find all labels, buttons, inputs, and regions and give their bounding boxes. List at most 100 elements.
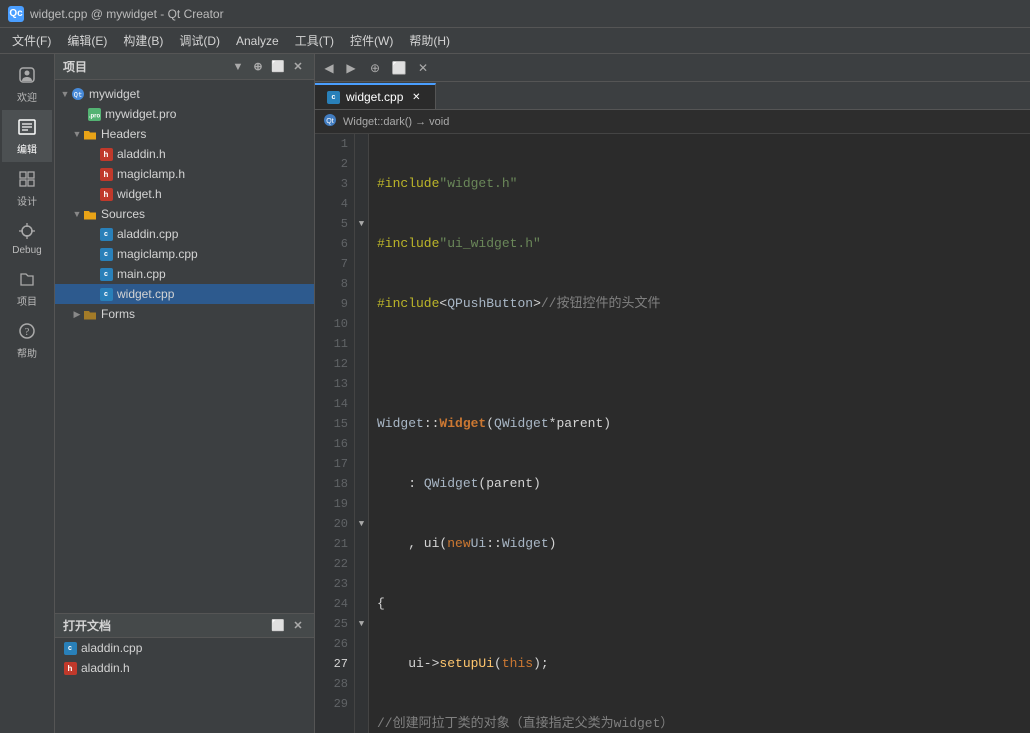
toolbar-close-btn[interactable]: ✕ xyxy=(413,58,433,78)
sidebar-item-project[interactable]: 项目 xyxy=(2,262,52,314)
menu-bar: 文件(F) 编辑(E) 构建(B) 调试(D) Analyze 工具(T) 控件… xyxy=(0,28,1030,54)
project-icon xyxy=(16,268,38,290)
breadcrumb-text: Widget::dark() → void xyxy=(343,116,449,128)
tree-item-magiclamp-h[interactable]: h magiclamp.h xyxy=(55,164,314,184)
sidebar-item-help[interactable]: ? 帮助 xyxy=(2,314,52,366)
tree-item-headers[interactable]: ▼ Headers xyxy=(55,124,314,144)
icon-widget-cpp: c xyxy=(99,287,113,301)
tree-item-pro[interactable]: .pro mywidget.pro xyxy=(55,104,314,124)
welcome-icon xyxy=(16,64,38,86)
sidebar-icons: 欢迎 编辑 设计 Debug 项目 ? xyxy=(0,54,55,733)
tree-item-magiclamp-cpp[interactable]: c magiclamp.cpp xyxy=(55,244,314,264)
icon-headers xyxy=(83,127,97,141)
toolbar-expand-btn[interactable]: ⬜ xyxy=(389,58,409,78)
label-pro: mywidget.pro xyxy=(105,107,176,121)
open-file-aladdin-h[interactable]: h aladdin.h xyxy=(55,658,314,678)
tree-item-mywidget[interactable]: ▼ Qt mywidget xyxy=(55,84,314,104)
title-text: widget.cpp @ mywidget - Qt Creator xyxy=(30,7,224,21)
editor-toolbar: ◀ ▶ ⊕ ⬜ ✕ xyxy=(315,54,1030,82)
line-numbers: 1 2 3 4 5 6 7 8 9 10 11 12 13 14 15 16 1… xyxy=(315,134,355,733)
tree-item-widget-cpp[interactable]: c widget.cpp xyxy=(55,284,314,304)
tab-close-widget-cpp[interactable]: ✕ xyxy=(409,90,423,104)
code-editor[interactable]: 1 2 3 4 5 6 7 8 9 10 11 12 13 14 15 16 1… xyxy=(315,134,1030,733)
icon-open-aladdin-cpp: c xyxy=(63,641,77,655)
menu-controls[interactable]: 控件(W) xyxy=(342,30,401,51)
menu-tools[interactable]: 工具(T) xyxy=(287,30,342,51)
icon-aladdin-cpp: c xyxy=(99,227,113,241)
open-files-title: 打开文档 xyxy=(63,617,111,634)
sidebar-item-welcome[interactable]: 欢迎 xyxy=(2,58,52,110)
arrow-main-cpp xyxy=(87,268,99,280)
code-line-5: Widget::Widget(QWidget *parent) xyxy=(377,414,1022,434)
close-panel-btn[interactable]: ✕ xyxy=(290,59,306,75)
open-files-list: c aladdin.cpp h aladdin.h xyxy=(55,638,314,678)
label-sources: Sources xyxy=(101,207,145,221)
help-icon: ? xyxy=(16,320,38,342)
arrow-aladdin-h xyxy=(87,148,99,160)
code-line-6: : QWidget(parent) xyxy=(377,474,1022,494)
icon-pro: .pro xyxy=(87,107,101,121)
menu-file[interactable]: 文件(F) xyxy=(4,30,59,51)
arrow-forms: ▶ xyxy=(71,308,83,320)
svg-text:?: ? xyxy=(25,326,30,338)
code-line-9: ui->setupUi(this); xyxy=(377,654,1022,674)
tree-item-forms[interactable]: ▶ Forms xyxy=(55,304,314,324)
icon-magiclamp-cpp: c xyxy=(99,247,113,261)
fold-5[interactable]: ▼ xyxy=(355,214,368,234)
project-panel-title: 项目 xyxy=(63,58,87,75)
arrow-magiclamp-cpp xyxy=(87,248,99,260)
tree-item-sources[interactable]: ▼ Sources xyxy=(55,204,314,224)
nav-back-btn[interactable]: ◀ xyxy=(319,58,339,78)
debug-icon xyxy=(16,220,38,242)
fold-25[interactable]: ▼ xyxy=(355,614,368,634)
open-files-close-btn[interactable]: ✕ xyxy=(290,618,306,634)
tree-item-aladdin-cpp[interactable]: c aladdin.cpp xyxy=(55,224,314,244)
main-layout: 欢迎 编辑 设计 Debug 项目 ? xyxy=(0,54,1030,733)
arrow-magiclamp-h xyxy=(87,168,99,180)
menu-debug[interactable]: 调试(D) xyxy=(171,30,228,51)
menu-edit[interactable]: 编辑(E) xyxy=(59,30,115,51)
icon-mywidget: Qt xyxy=(71,87,85,101)
arrow-widget-h xyxy=(87,188,99,200)
link-btn[interactable]: ⊕ xyxy=(250,59,266,75)
open-files-expand-btn[interactable]: ⬜ xyxy=(270,618,286,634)
code-content[interactable]: #include "widget.h" #include "ui_widget.… xyxy=(369,134,1030,733)
menu-analyze[interactable]: Analyze xyxy=(228,32,287,50)
debug-label: Debug xyxy=(12,245,41,256)
label-open-aladdin-cpp: aladdin.cpp xyxy=(81,641,142,655)
tab-widget-cpp[interactable]: c widget.cpp ✕ xyxy=(315,83,436,109)
menu-help[interactable]: 帮助(H) xyxy=(401,30,458,51)
sidebar-item-edit[interactable]: 编辑 xyxy=(2,110,52,162)
fold-20[interactable]: ▼ xyxy=(355,514,368,534)
label-magiclamp-h: magiclamp.h xyxy=(117,167,185,181)
label-forms: Forms xyxy=(101,307,135,321)
tree-item-widget-h[interactable]: h widget.h xyxy=(55,184,314,204)
svg-text:.pro: .pro xyxy=(88,113,100,119)
label-open-aladdin-h: aladdin.h xyxy=(81,661,130,675)
arrow-widget-cpp xyxy=(87,288,99,300)
code-line-4 xyxy=(377,354,1022,374)
menu-build[interactable]: 构建(B) xyxy=(115,30,171,51)
filter-btn[interactable]: ▼ xyxy=(230,59,246,75)
label-mywidget: mywidget xyxy=(89,87,140,101)
expand-btn[interactable]: ⬜ xyxy=(270,59,286,75)
icon-main-cpp: c xyxy=(99,267,113,281)
breadcrumb-icon: Qt xyxy=(323,113,337,130)
label-headers: Headers xyxy=(101,127,146,141)
tree-item-main-cpp[interactable]: c main.cpp xyxy=(55,264,314,284)
design-label: 设计 xyxy=(17,193,37,208)
project-panel-header: 项目 ▼ ⊕ ⬜ ✕ xyxy=(55,54,314,80)
arrow-pro xyxy=(75,108,87,120)
toolbar-link-btn[interactable]: ⊕ xyxy=(365,58,385,78)
label-widget-h: widget.h xyxy=(117,187,162,201)
code-line-2: #include "ui_widget.h" xyxy=(377,234,1022,254)
nav-forward-btn[interactable]: ▶ xyxy=(341,58,361,78)
open-file-aladdin-cpp[interactable]: c aladdin.cpp xyxy=(55,638,314,658)
code-line-10: //创建阿拉丁类的对象（直接指定父类为widget） xyxy=(377,714,1022,733)
code-line-7: , ui(new Ui::Widget) xyxy=(377,534,1022,554)
project-panel: 项目 ▼ ⊕ ⬜ ✕ ▼ Qt mywidget .pro xyxy=(55,54,315,733)
sidebar-item-debug[interactable]: Debug xyxy=(2,214,52,262)
arrow-headers: ▼ xyxy=(71,128,83,140)
tree-item-aladdin-h[interactable]: h aladdin.h xyxy=(55,144,314,164)
sidebar-item-design[interactable]: 设计 xyxy=(2,162,52,214)
